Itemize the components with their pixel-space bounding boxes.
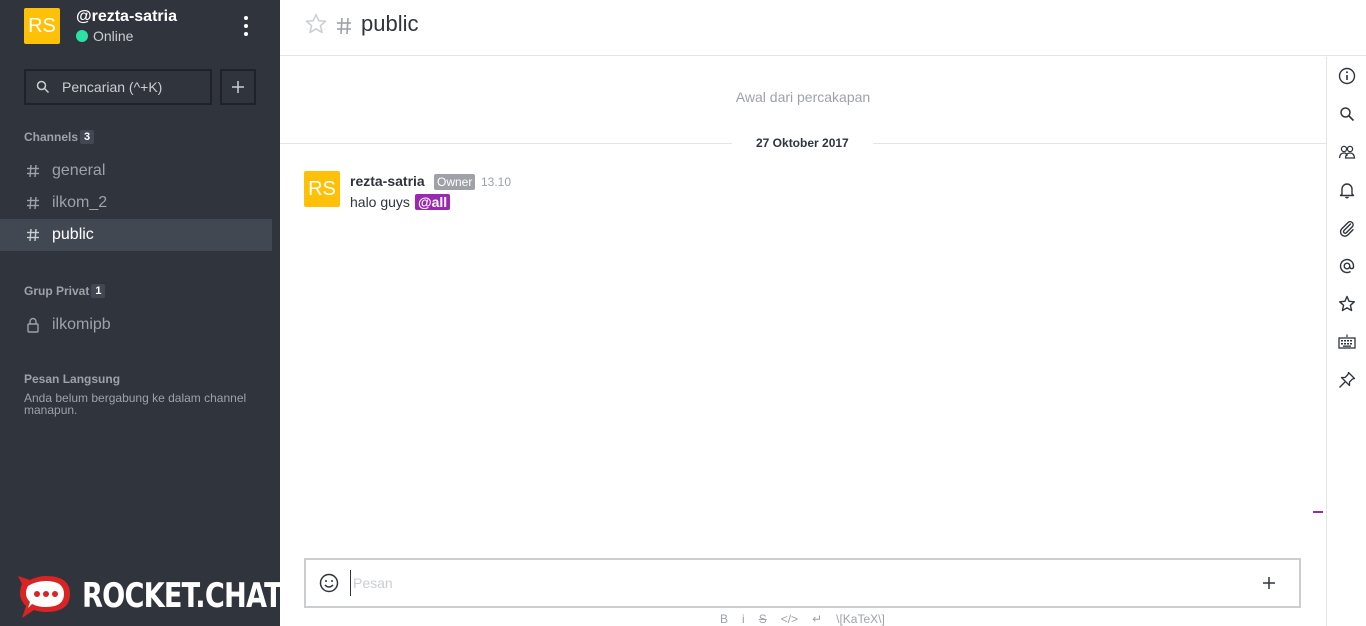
pin-icon[interactable] — [1336, 369, 1358, 391]
username: @rezta-satria — [76, 8, 177, 25]
italic-format-button[interactable]: i — [742, 612, 745, 626]
plus-icon — [232, 81, 244, 93]
star-icon[interactable] — [1336, 293, 1358, 315]
room-toolbar — [1326, 57, 1366, 626]
hash-icon — [337, 17, 351, 35]
role-badge: Owner — [434, 174, 476, 190]
sidebar: RS @rezta-satria Online Pencarian (^+K) … — [0, 0, 283, 626]
rocket-chat-logo-icon — [18, 576, 70, 618]
logo-text: ROCKET.CHAT — [82, 576, 283, 616]
katex-format-button[interactable]: \[KaTeX\] — [836, 612, 885, 626]
notification-bell-icon[interactable] — [1336, 179, 1358, 201]
user-status: Online — [76, 28, 133, 44]
emoji-icon[interactable] — [318, 572, 340, 594]
code-format-button[interactable]: </> — [781, 612, 798, 626]
unread-indicator — [1313, 511, 1323, 513]
multiline-format-button[interactable]: ↵ — [812, 612, 822, 626]
plus-icon — [1263, 577, 1275, 589]
message-timestamp: 13.10 — [481, 175, 512, 189]
mention-icon[interactable] — [1336, 255, 1358, 277]
avatar[interactable]: RS — [304, 171, 340, 207]
hash-icon — [24, 196, 42, 210]
sidebar-item-ilkom_2[interactable]: ilkom_2 — [0, 187, 272, 219]
room-title: public — [361, 11, 419, 36]
sidebar-item-ilkomipb[interactable]: ilkomipb — [0, 309, 272, 341]
hash-icon — [24, 228, 42, 242]
message-input[interactable] — [350, 570, 1230, 596]
sidebar-item-general[interactable]: general — [0, 155, 272, 187]
message-list: Awal dari percakapan 27 Oktober 2017 RS … — [280, 57, 1326, 547]
search-input[interactable]: Pencarian (^+K) — [24, 69, 212, 105]
keyboard-icon[interactable] — [1336, 331, 1358, 353]
channels-section-title: Channels 3 — [24, 130, 95, 144]
room-label: ilkomipb — [52, 316, 111, 333]
private-groups-section-title: Grup Privat 1 — [24, 284, 106, 298]
message-username[interactable]: rezta-satria — [350, 173, 425, 189]
online-status-dot-icon — [76, 30, 88, 42]
date-label: 27 Oktober 2017 — [732, 136, 873, 150]
lock-icon — [24, 317, 42, 333]
bold-format-button[interactable]: B — [720, 612, 728, 626]
conversation-start-text: Awal dari percakapan — [735, 89, 871, 105]
search-icon[interactable] — [1336, 103, 1358, 125]
message-composer — [304, 558, 1301, 608]
main-content: public Awal dari percakapan 27 Oktober 2… — [280, 0, 1366, 626]
search-placeholder: Pencarian (^+K) — [62, 79, 163, 95]
strike-format-button[interactable]: S — [759, 612, 767, 626]
status-label: Online — [93, 28, 134, 44]
sidebar-item-public[interactable]: public — [0, 219, 272, 251]
user-header[interactable]: RS @rezta-satria Online — [24, 8, 264, 48]
room-label: public — [52, 226, 94, 243]
user-avatar[interactable]: RS — [24, 8, 60, 44]
create-new-button[interactable] — [220, 69, 256, 105]
formatting-toolbar: B i S </> ↵ \[KaTeX\] — [720, 612, 899, 626]
info-icon[interactable] — [1336, 65, 1358, 87]
mention-badge[interactable]: @all — [414, 194, 451, 210]
options-menu-icon[interactable] — [238, 14, 254, 38]
room-header: public — [280, 0, 1366, 56]
room-label: general — [52, 162, 106, 179]
channels-count-badge: 3 — [80, 130, 95, 144]
members-icon[interactable] — [1336, 141, 1358, 163]
message-text: halo guys — [350, 194, 410, 210]
direct-messages-section-title: Pesan Langsung — [24, 372, 121, 386]
hash-icon — [24, 164, 42, 178]
favorite-star-icon[interactable] — [304, 12, 328, 36]
private-count-badge: 1 — [91, 284, 106, 298]
room-label: ilkom_2 — [52, 194, 108, 211]
message-body: halo guys @all — [350, 194, 451, 210]
attachment-icon[interactable] — [1336, 217, 1358, 239]
search-icon — [36, 80, 50, 94]
direct-messages-empty-text: Anda belum bergabung ke dalam channel ma… — [24, 391, 247, 417]
attach-plus-button[interactable] — [1256, 570, 1282, 596]
